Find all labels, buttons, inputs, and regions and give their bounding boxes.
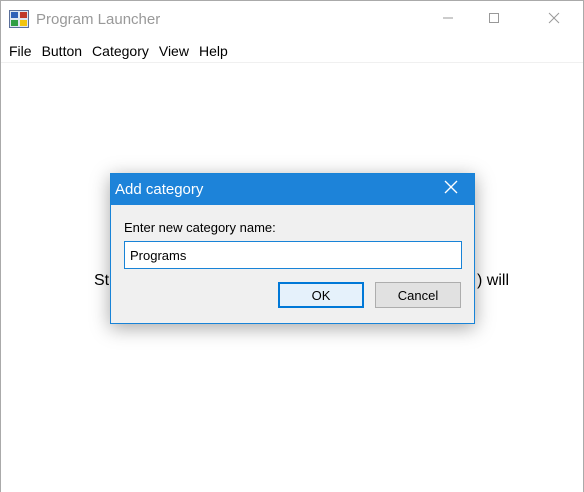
menu-button[interactable]: Button	[37, 39, 87, 63]
menu-view[interactable]: View	[154, 39, 194, 63]
background-text-left: St	[94, 272, 110, 289]
menu-help[interactable]: Help	[194, 39, 233, 63]
category-name-label: Enter new category name:	[124, 220, 276, 235]
menu-bar: File Button Category View Help	[1, 39, 583, 63]
background-text-right: ) will	[477, 272, 509, 289]
maximize-icon	[488, 11, 500, 29]
close-icon	[444, 180, 458, 199]
window-title: Program Launcher	[36, 11, 161, 28]
title-bar[interactable]: Program Launcher	[1, 1, 583, 38]
cancel-button[interactable]: Cancel	[375, 282, 461, 308]
category-name-input[interactable]	[124, 241, 462, 269]
dialog-title-bar[interactable]: Add category	[111, 174, 474, 205]
program-launcher-icon	[9, 10, 29, 28]
ok-button[interactable]: OK	[278, 282, 364, 308]
add-category-dialog: Add category Enter new category name: OK…	[110, 173, 475, 324]
close-icon	[548, 11, 560, 29]
maximize-button[interactable]	[471, 1, 517, 38]
minimize-button[interactable]	[425, 1, 471, 38]
dialog-close-button[interactable]	[428, 174, 474, 205]
close-button[interactable]	[531, 1, 577, 38]
minimize-icon	[442, 11, 454, 29]
menu-category[interactable]: Category	[87, 39, 154, 63]
menu-file[interactable]: File	[4, 39, 37, 63]
dialog-title: Add category	[115, 181, 204, 198]
